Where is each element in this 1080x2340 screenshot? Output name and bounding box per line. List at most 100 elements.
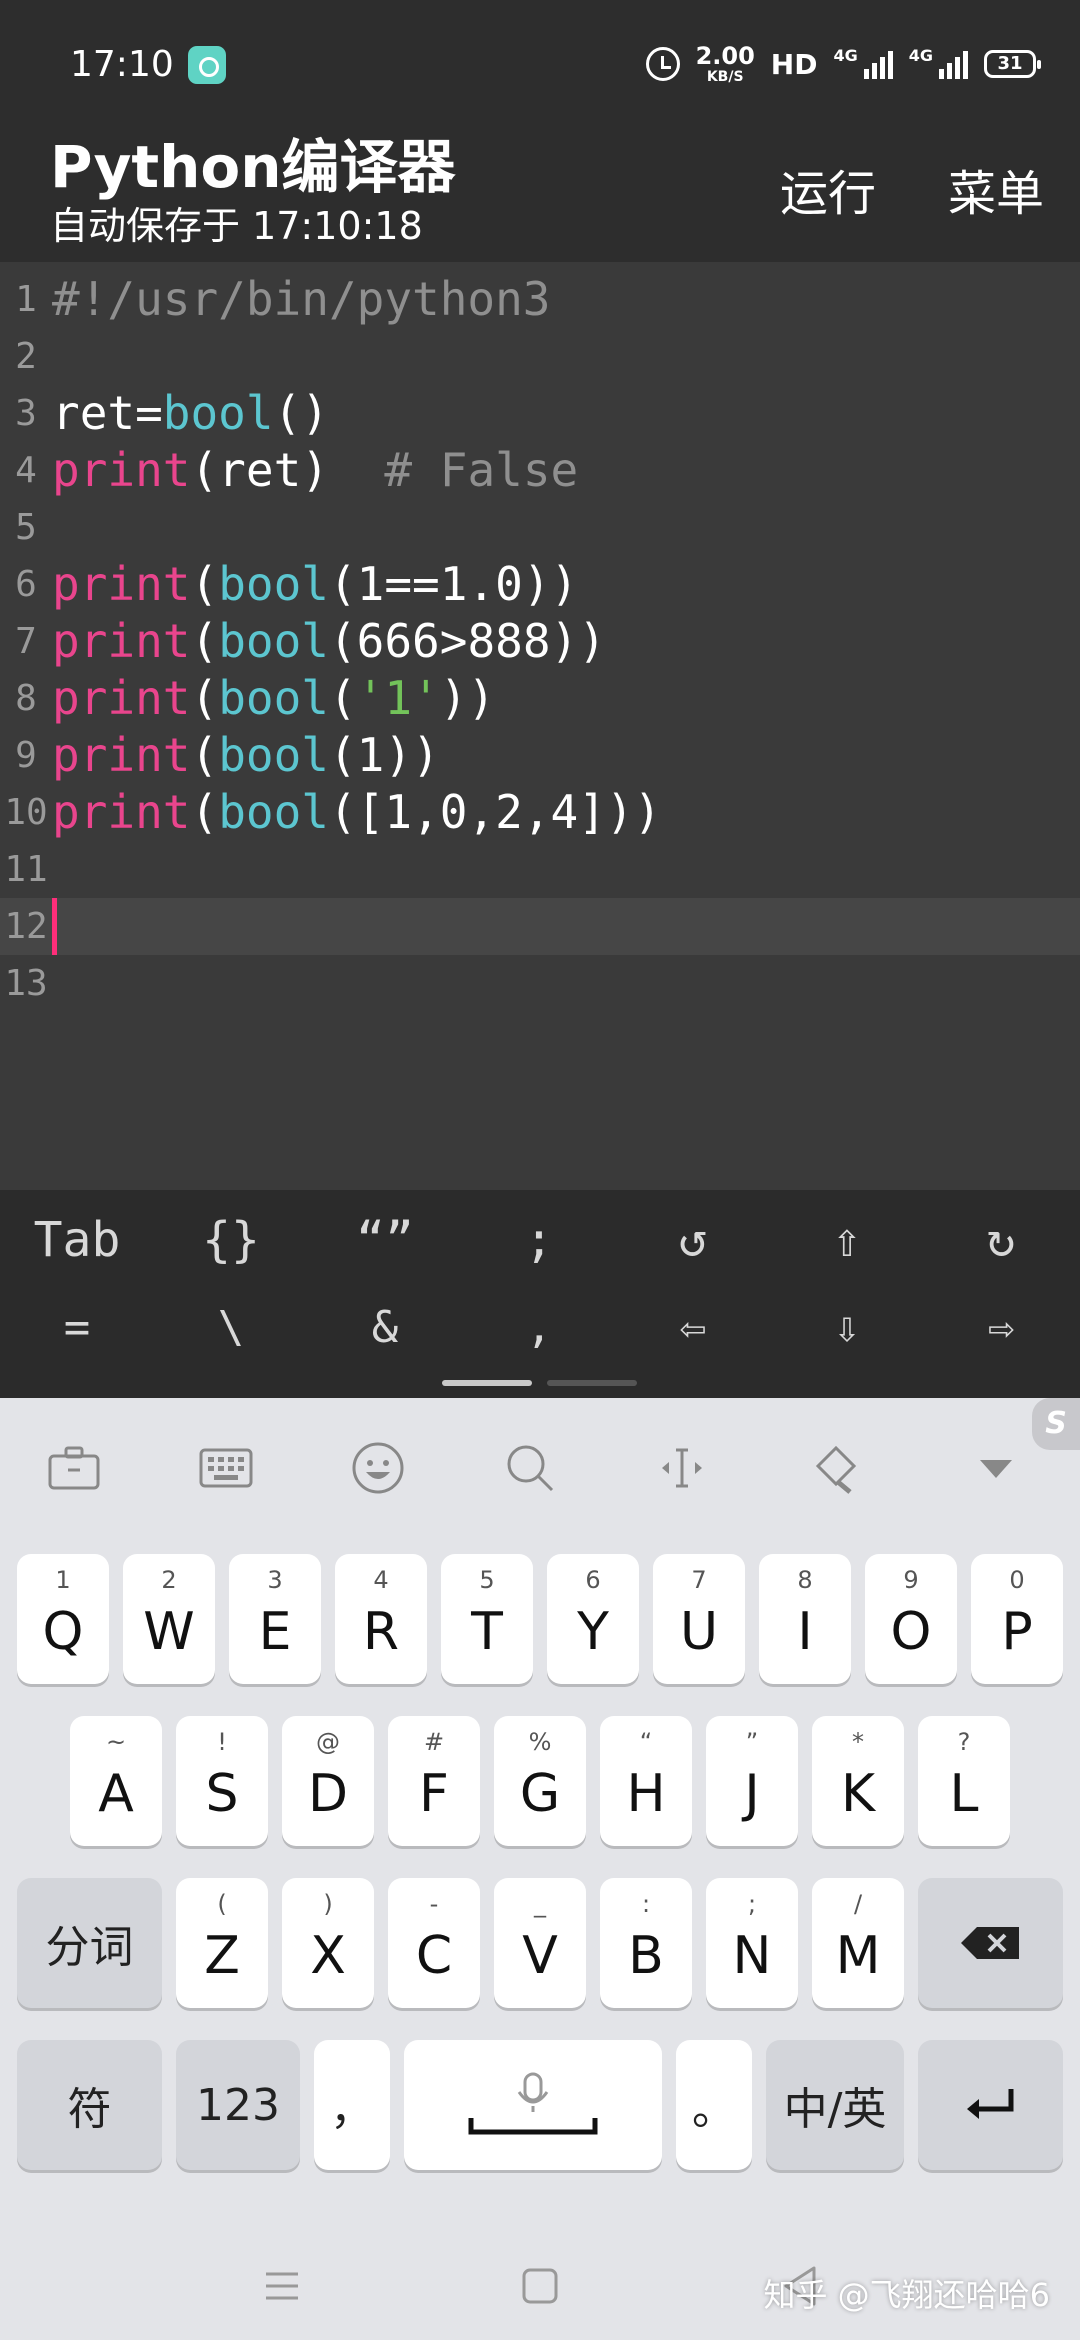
keyboard-icon[interactable] — [196, 1438, 256, 1498]
code-line[interactable]: 3 ret=bool() — [0, 385, 1080, 442]
number-key[interactable]: 123 — [176, 2040, 300, 2170]
network-speed-value: 2.00 — [695, 42, 755, 70]
key-hint: # — [423, 1728, 445, 1756]
key-e[interactable]: 3E — [229, 1554, 321, 1684]
code-token-default: () — [273, 386, 329, 440]
extra-key[interactable]: Tab — [0, 1210, 154, 1270]
extra-key[interactable]: ⇦ — [616, 1298, 770, 1358]
key-label: E — [258, 1602, 292, 1662]
extra-key[interactable]: \ — [154, 1298, 308, 1358]
key-s[interactable]: ! S — [176, 1716, 268, 1846]
key-t[interactable]: 5T — [441, 1554, 533, 1684]
extra-key[interactable]: , — [462, 1298, 616, 1358]
key-u[interactable]: 7U — [653, 1554, 745, 1684]
extra-key[interactable]: “” — [308, 1210, 462, 1270]
extra-key[interactable]: & — [308, 1298, 462, 1358]
emoji-icon[interactable] — [348, 1438, 408, 1498]
code-line[interactable]: 4 print(ret) # False — [0, 442, 1080, 499]
extra-key[interactable]: ; — [462, 1210, 616, 1270]
extra-key[interactable]: ⇨ — [924, 1298, 1078, 1358]
space-key[interactable] — [404, 2040, 662, 2170]
code-line[interactable]: 11 — [0, 841, 1080, 898]
menu-button[interactable]: 菜单 — [948, 154, 1044, 224]
code-token-keyword: print — [52, 443, 191, 497]
key-b[interactable]: :B — [600, 1878, 692, 2008]
key-v[interactable]: _ V — [494, 1878, 586, 2008]
key-d[interactable]: @ D — [282, 1716, 374, 1846]
key-label: I — [797, 1602, 813, 1662]
comma-key[interactable]: ， — [314, 2040, 390, 2170]
code-line[interactable]: 6 print(bool(1==1.0)) — [0, 556, 1080, 613]
code-line[interactable]: 9 print(bool(1)) — [0, 727, 1080, 784]
key-l[interactable]: ? L — [918, 1716, 1010, 1846]
language-switch-key[interactable]: 中/英 — [766, 2040, 904, 2170]
key-k[interactable]: * K — [812, 1716, 904, 1846]
code-line[interactable]: 8 print(bool('1')) — [0, 670, 1080, 727]
key-a[interactable]: ~ A — [70, 1716, 162, 1846]
extra-key[interactable]: ⇩ — [770, 1298, 924, 1358]
cursor-icon[interactable] — [652, 1438, 712, 1498]
home-nav-icon[interactable] — [510, 2256, 570, 2316]
extra-key[interactable]: ↻ — [924, 1210, 1078, 1270]
extra-key[interactable]: ↺ — [616, 1210, 770, 1270]
key-hint: * — [852, 1728, 864, 1756]
toolbox-icon[interactable] — [44, 1438, 104, 1498]
key-label: 符 — [67, 2084, 112, 2135]
key-label: Q — [42, 1602, 84, 1662]
key-z[interactable]: (Z — [176, 1878, 268, 2008]
period-key[interactable]: 。 — [676, 2040, 752, 2170]
key-hint: : — [641, 1890, 651, 1918]
network-type-2: 4G — [908, 46, 933, 65]
key-r[interactable]: 4R — [335, 1554, 427, 1684]
key-i[interactable]: 8I — [759, 1554, 851, 1684]
line-number: 2 — [15, 336, 37, 377]
key-n[interactable]: ; N — [706, 1878, 798, 2008]
enter-key[interactable] — [918, 2040, 1063, 2170]
code-token-default: (1)) — [328, 728, 440, 782]
key-j[interactable]: ” J — [706, 1716, 798, 1846]
key-label: R — [362, 1602, 400, 1662]
key-h[interactable]: “H — [600, 1716, 692, 1846]
code-text: ret=bool() — [52, 385, 329, 442]
skin-brush-icon[interactable] — [804, 1438, 864, 1498]
key-label: 。 — [692, 2084, 736, 2135]
extra-key[interactable]: {} — [154, 1210, 308, 1270]
key-x[interactable]: ) X — [282, 1878, 374, 2008]
key-q[interactable]: 1Q — [17, 1554, 109, 1684]
key-g[interactable]: % G — [494, 1716, 586, 1846]
line-number: 8 — [15, 678, 37, 719]
search-icon[interactable] — [500, 1438, 560, 1498]
code-token-default: ([1,0,2,4])) — [328, 785, 662, 839]
key-m[interactable]: / M — [812, 1878, 904, 2008]
key-o[interactable]: 9O — [865, 1554, 957, 1684]
key-p[interactable]: 0P — [971, 1554, 1063, 1684]
network-speed-unit: KB/S — [706, 69, 744, 85]
extra-key[interactable]: = — [0, 1298, 154, 1358]
key-c[interactable]: -C — [388, 1878, 480, 2008]
key-label: V — [522, 1926, 558, 1986]
code-line[interactable]: 1 #!/usr/bin/python3 — [0, 271, 1080, 328]
extra-key[interactable]: ⇧ — [770, 1210, 924, 1270]
code-editor[interactable]: 1 #!/usr/bin/python3 2 3 ret=bool() 4 print(re… — [0, 262, 1080, 1190]
key-label: B — [628, 1926, 664, 1986]
collapse-keyboard-icon[interactable] — [966, 1438, 1026, 1498]
backspace-key[interactable] — [918, 1878, 1063, 2008]
menu-nav-icon[interactable] — [252, 2256, 312, 2316]
key-label: S — [205, 1764, 239, 1824]
battery-icon: 31 — [984, 50, 1041, 78]
code-token-default: ( — [190, 614, 219, 668]
code-line[interactable]: 13 — [0, 955, 1080, 1012]
key-label: O — [890, 1602, 932, 1662]
key-f[interactable]: # F — [388, 1716, 480, 1846]
run-button[interactable]: 运行 — [780, 154, 876, 224]
key-w[interactable]: 2W — [123, 1554, 215, 1684]
key-y[interactable]: 6Y — [547, 1554, 639, 1684]
code-line[interactable]: 7 print(bool(666>888)) — [0, 613, 1080, 670]
code-line[interactable]: 12 — [0, 898, 1080, 955]
code-token-comment: #!/usr/bin/python3 — [52, 272, 551, 326]
segment-key[interactable]: 分词 — [17, 1878, 162, 2008]
symbol-key[interactable]: 符 — [17, 2040, 162, 2170]
code-line[interactable]: 2 — [0, 328, 1080, 385]
code-line[interactable]: 5 — [0, 499, 1080, 556]
code-line[interactable]: 10 print(bool([1,0,2,4])) — [0, 784, 1080, 841]
